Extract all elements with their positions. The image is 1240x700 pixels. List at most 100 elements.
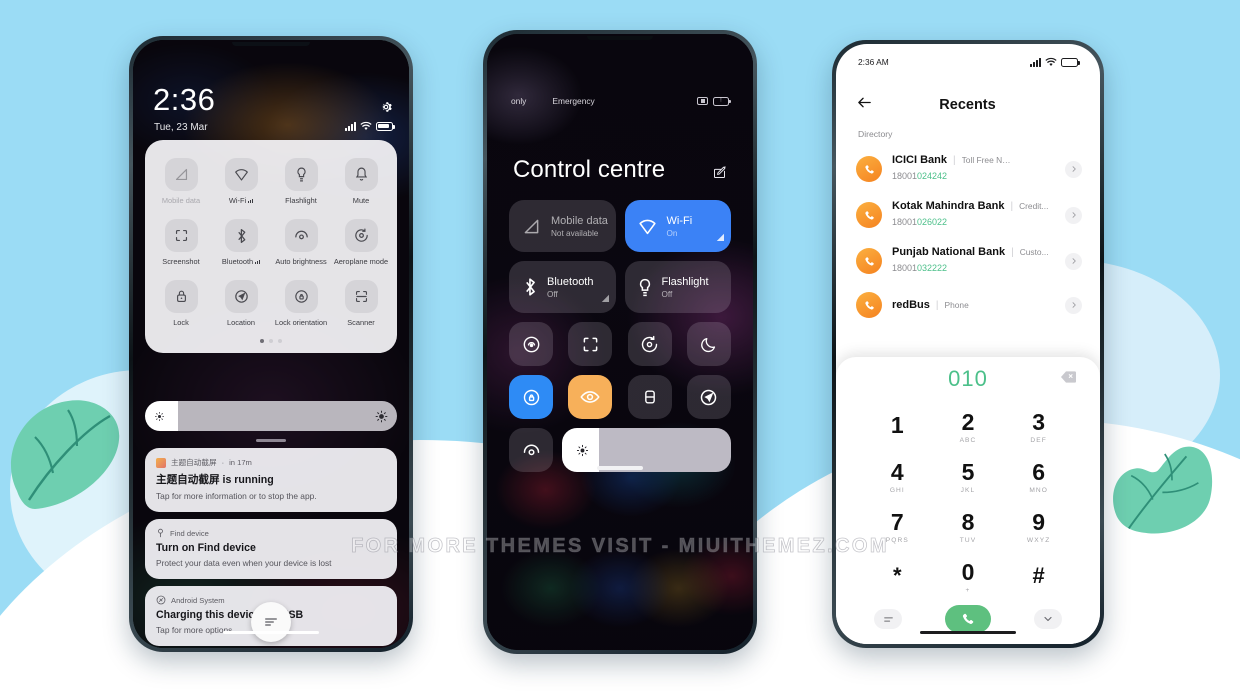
scanner-icon (344, 280, 378, 313)
leaf-decoration-left (10, 400, 120, 509)
home-indicator[interactable] (223, 631, 319, 634)
screenshot-icon (164, 219, 198, 252)
dial-key-hash[interactable]: # (1003, 553, 1074, 601)
dialed-number[interactable]: 010 (948, 366, 988, 392)
quick-tile-screenshot[interactable]: Screenshot (151, 213, 211, 274)
control-tile-flashlight[interactable]: Flashlight Off (624, 261, 731, 313)
key-letters: TUV (959, 536, 977, 544)
quick-tile-wifi[interactable]: Wi-Fi (211, 152, 271, 213)
dial-key-8[interactable]: 8 TUV (933, 503, 1004, 551)
dial-key-7[interactable]: 7 PQRS (862, 503, 933, 551)
settings-sliders-icon (265, 618, 277, 626)
quick-tile-mute[interactable]: Mute (331, 152, 391, 213)
control-tile-hotspot[interactable] (509, 322, 553, 366)
quick-tile-lock-orientation[interactable]: Lock orientation (271, 274, 331, 335)
contact-number: 18001032222 (892, 263, 948, 273)
expand-corner-icon[interactable] (715, 228, 724, 246)
list-item[interactable]: redBus | Phone (836, 284, 1100, 326)
call-button[interactable] (945, 605, 991, 633)
quick-tile-label: Mute (352, 196, 370, 205)
dial-key-5[interactable]: 5 JKL (933, 453, 1004, 501)
chevron-right-icon[interactable] (1065, 252, 1082, 270)
chevron-right-icon[interactable] (1065, 296, 1082, 314)
quick-tile-scanner[interactable]: Scanner (331, 274, 391, 335)
dial-key-1[interactable]: 1 (862, 403, 933, 451)
dial-key-9[interactable]: 9 WXYZ (1003, 503, 1074, 551)
phone2-status-bar: only Emergency ! (487, 96, 753, 106)
collapse-dialpad-button[interactable] (1034, 609, 1062, 629)
dial-key-4[interactable]: 4 GHI (862, 453, 933, 501)
key-letters: WXYZ (1026, 536, 1051, 544)
quick-tile-mobile-data[interactable]: Mobile data (151, 152, 211, 213)
notification-settings-fab[interactable] (251, 602, 291, 642)
dial-key-star[interactable]: * (862, 553, 933, 601)
key-digit: 0 (961, 558, 975, 585)
home-indicator[interactable] (597, 466, 643, 470)
quick-tile-bluetooth[interactable]: Bluetooth (211, 213, 271, 274)
quick-settings-page-dots[interactable] (151, 335, 391, 343)
quick-tile-location[interactable]: Location (211, 274, 271, 335)
notification-card[interactable]: Find device Turn on Find device Protect … (145, 519, 397, 579)
control-tile-reading-mode[interactable] (568, 375, 613, 419)
key-letters: DEF (1030, 436, 1047, 444)
wifi-icon (638, 219, 656, 234)
brightness-low-icon (154, 411, 165, 421)
hotspot-icon (523, 336, 539, 352)
control-tile-wifi[interactable]: Wi-Fi On (624, 200, 731, 252)
phone3-screen: 2:36 AM Recents Directory ICICI Bank | T… (836, 44, 1100, 644)
dial-key-0[interactable]: 0 + (933, 553, 1004, 601)
quick-tile-label: Scanner (347, 318, 375, 327)
control-tile-aeroplane-mode[interactable] (627, 322, 672, 366)
key-digit: 1 (890, 412, 904, 438)
chevron-right-icon[interactable] (1065, 206, 1082, 224)
quick-tile-aeroplane-mode[interactable]: Aeroplane mode (331, 213, 391, 274)
expand-corner-icon[interactable] (600, 289, 609, 307)
notification-body: Tap for more information or to stop the … (156, 491, 317, 501)
control-tile-dark-mode[interactable] (686, 322, 731, 366)
edit-controls-button[interactable] (712, 165, 727, 185)
quick-tile-lock[interactable]: Lock (151, 274, 211, 335)
dial-key-6[interactable]: 6 MNO (1003, 453, 1074, 501)
control-tile-lock-orientation[interactable] (509, 375, 553, 419)
notification-card[interactable]: 主题自动截屏 · in 17m 主题自动截屏 is running Tap fo… (145, 448, 397, 512)
list-item[interactable]: Punjab National Bank | Custo... 18001032… (836, 238, 1100, 284)
dialpad-options-button[interactable] (874, 609, 902, 629)
control-tile-screenshot[interactable] (568, 322, 613, 366)
quick-tile-label: Wi-Fi (228, 196, 247, 205)
key-digit: 2 (961, 408, 975, 435)
page-dot (278, 339, 282, 343)
key-letters: GHI (889, 486, 905, 494)
dial-key-2[interactable]: 2 ABC (933, 403, 1004, 451)
quick-tile-flashlight[interactable]: Flashlight (271, 152, 331, 213)
brightness-slider[interactable] (562, 428, 731, 472)
brightness-slider[interactable] (145, 401, 397, 431)
control-tile-battery-saver[interactable] (627, 375, 672, 419)
control-tile-sublabel: On (666, 228, 678, 238)
dial-key-3[interactable]: 3 DEF (1003, 403, 1074, 451)
control-tile-auto-brightness[interactable] (509, 428, 553, 472)
mobile-data-icon (164, 158, 198, 191)
shade-drag-handle[interactable] (256, 439, 286, 442)
chevron-right-icon[interactable] (1065, 160, 1082, 178)
location-icon (224, 280, 258, 313)
backspace-button[interactable] (1061, 370, 1076, 388)
list-item[interactable]: Kotak Mahindra Bank | Credit... 18001026… (836, 192, 1100, 238)
signal-bars-icon (1030, 57, 1041, 67)
wifi-icon (360, 121, 372, 130)
dialpad-actions (836, 601, 1100, 633)
phone1-earpiece (232, 42, 310, 46)
phone-avatar-icon (856, 156, 882, 182)
list-item[interactable]: ICICI Bank | Toll Free Number 1800102424… (836, 146, 1100, 192)
key-digit: 7 (890, 508, 904, 535)
signal-bars-icon (248, 198, 254, 203)
contact-name: ICICI Bank (892, 154, 948, 166)
home-indicator[interactable] (920, 631, 1016, 634)
settings-gear-button[interactable] (379, 100, 393, 119)
notification-title: Turn on Find device (156, 542, 256, 554)
control-tile-bluetooth[interactable]: Bluetooth Off (509, 261, 616, 313)
control-tile-location[interactable] (686, 375, 731, 419)
wifi-icon (224, 158, 258, 191)
emergency-label: Emergency (552, 96, 595, 106)
quick-tile-auto-brightness[interactable]: Auto brightness (271, 213, 331, 274)
control-tile-mobile-data[interactable]: Mobile data Not available (509, 200, 616, 252)
